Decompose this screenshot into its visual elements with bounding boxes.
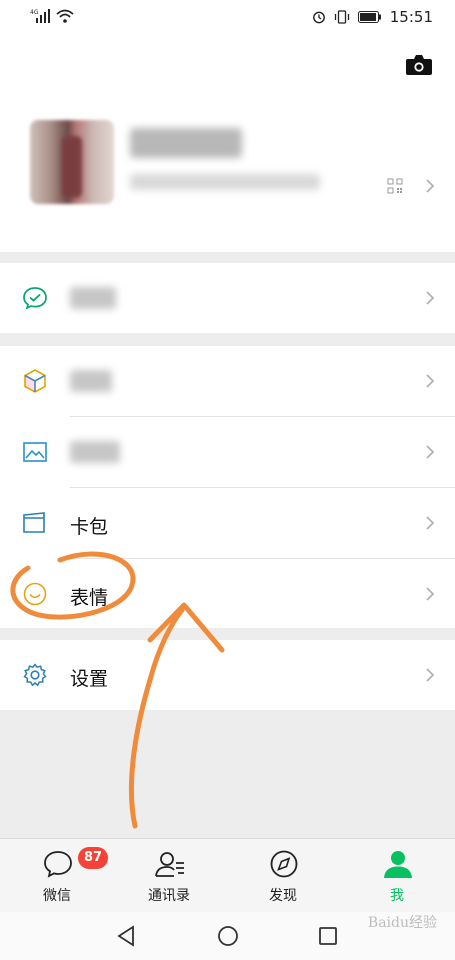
contacts-icon bbox=[155, 852, 184, 877]
battery-icon bbox=[357, 11, 381, 23]
chat-bubble-icon bbox=[44, 851, 72, 878]
bottom-tab-bar: 87 微信 通讯录 发现 我 bbox=[0, 838, 455, 912]
tools-section: 卡包 表情 bbox=[0, 346, 455, 628]
settings-label: 设置 bbox=[70, 668, 109, 690]
stickers-label: 表情 bbox=[70, 587, 109, 609]
nickname-redacted bbox=[130, 128, 242, 158]
avatar-figure bbox=[62, 136, 82, 198]
tab-me-label: 我 bbox=[390, 888, 404, 904]
favorites-label-redacted bbox=[70, 370, 112, 392]
chevron-right-icon bbox=[426, 516, 435, 530]
tab-chats-label: 微信 bbox=[43, 888, 71, 904]
card-wallet-icon bbox=[23, 512, 45, 533]
chevron-right-icon bbox=[426, 291, 435, 305]
home-circle-icon[interactable] bbox=[217, 925, 239, 947]
chevron-right-icon bbox=[426, 374, 435, 388]
album-label-redacted bbox=[70, 441, 120, 463]
menu-item-stickers[interactable]: 表情 bbox=[0, 559, 455, 629]
compass-icon bbox=[270, 850, 298, 878]
gear-icon bbox=[23, 663, 47, 687]
pay-label-redacted bbox=[70, 287, 116, 309]
tab-discover[interactable]: 发现 bbox=[238, 839, 328, 913]
menu-item-pay[interactable] bbox=[0, 263, 455, 333]
back-triangle-icon[interactable] bbox=[116, 925, 136, 947]
tab-contacts-label: 通讯录 bbox=[148, 888, 190, 904]
tab-discover-label: 发现 bbox=[269, 888, 297, 904]
status-right: 15:51 bbox=[312, 8, 433, 26]
recents-square-icon[interactable] bbox=[318, 926, 338, 946]
camera-icon[interactable] bbox=[405, 54, 433, 76]
pay-section bbox=[0, 263, 455, 333]
tab-me[interactable]: 我 bbox=[352, 839, 442, 913]
chevron-right-icon bbox=[426, 445, 435, 459]
chevron-right-icon bbox=[426, 668, 435, 682]
signal-icon: 4G bbox=[30, 9, 50, 23]
menu-item-album[interactable] bbox=[0, 417, 455, 487]
card-wallet-label: 卡包 bbox=[70, 516, 109, 538]
qr-code-icon[interactable] bbox=[387, 178, 403, 194]
menu-item-settings[interactable]: 设置 bbox=[0, 640, 455, 710]
status-bar: 4G 15:51 bbox=[0, 0, 455, 36]
tab-chats[interactable]: 87 微信 bbox=[12, 839, 109, 913]
tab-contacts[interactable]: 通讯录 bbox=[124, 839, 214, 913]
profile-header[interactable] bbox=[0, 36, 455, 252]
wifi-icon bbox=[56, 9, 74, 23]
menu-item-card-wallet[interactable]: 卡包 bbox=[0, 488, 455, 558]
status-left: 4G bbox=[30, 9, 74, 23]
svg-text:4G: 4G bbox=[30, 9, 39, 16]
chevron-right-icon bbox=[426, 587, 435, 601]
settings-section: 设置 bbox=[0, 640, 455, 710]
chevron-right-icon bbox=[426, 179, 435, 193]
wechat-id-redacted bbox=[130, 174, 320, 190]
watermark: Baidu经验 bbox=[367, 915, 437, 931]
wechat-pay-icon bbox=[23, 287, 47, 310]
status-time: 15:51 bbox=[389, 8, 433, 26]
vibrate-icon bbox=[334, 10, 349, 24]
smiley-icon bbox=[23, 582, 47, 606]
menu-item-favorites[interactable] bbox=[0, 346, 455, 416]
person-icon bbox=[384, 851, 412, 878]
alarm-icon bbox=[312, 11, 325, 24]
image-icon bbox=[23, 442, 47, 462]
cube-icon bbox=[24, 369, 46, 393]
unread-badge: 87 bbox=[78, 847, 109, 869]
